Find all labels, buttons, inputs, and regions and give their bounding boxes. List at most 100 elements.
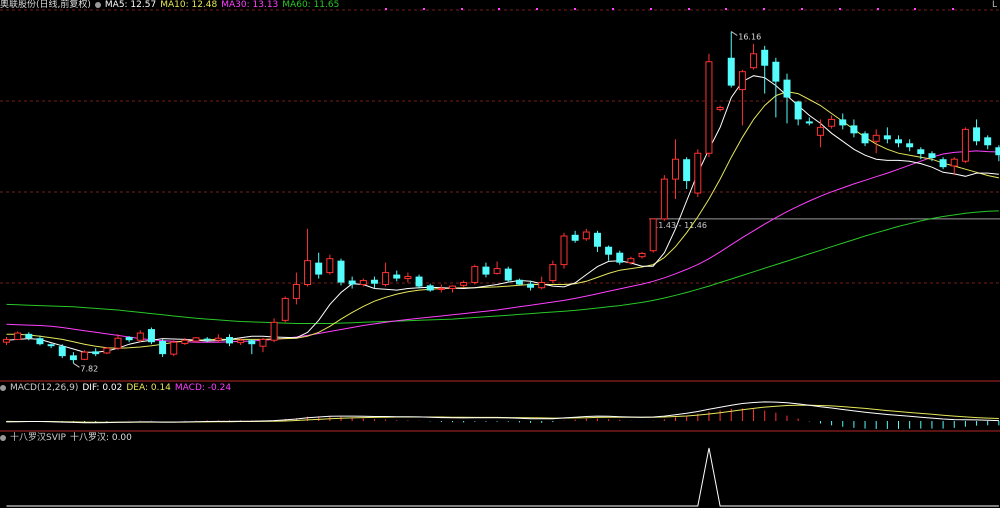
candle-body	[404, 276, 412, 280]
candle-body	[649, 218, 657, 252]
indicator-line	[6, 447, 999, 507]
top-marker-dot	[877, 8, 879, 10]
candle-body	[895, 139, 902, 144]
candle-body	[493, 268, 501, 274]
candle-body	[270, 321, 278, 341]
corner-label[interactable]: L	[992, 0, 997, 10]
candle-body	[437, 288, 445, 290]
candle-body	[159, 341, 167, 355]
top-marker-dot	[536, 8, 538, 10]
candle-body	[58, 346, 66, 357]
candle-body	[694, 152, 702, 194]
stock-name: 奥联股份(日线,前复权)	[0, 0, 91, 10]
candle-body	[906, 143, 914, 148]
candle-body	[627, 258, 635, 264]
candle-body	[170, 341, 178, 355]
candle-body	[81, 351, 89, 360]
candle-body	[928, 153, 936, 159]
macd-header: MACD(12,26,9) DIF: 0.02 DEA: 0.14 MACD: -0.…	[0, 383, 235, 394]
candle-body	[738, 71, 746, 91]
candle-body	[359, 280, 367, 286]
candle-body	[426, 285, 434, 291]
candle-body	[605, 246, 613, 255]
ma10-line	[6, 91, 1000, 349]
top-marker-dot	[612, 8, 614, 10]
candle-body	[571, 234, 579, 241]
macd-settings-dot-icon[interactable]	[0, 385, 6, 391]
top-marker-dot	[650, 8, 652, 10]
candle-body	[281, 297, 289, 321]
top-marker-dot	[725, 8, 727, 10]
candle-body	[248, 340, 256, 345]
candle-body	[125, 337, 133, 341]
candle-body	[961, 128, 969, 162]
candle-body	[36, 338, 44, 345]
candle-body	[515, 279, 523, 285]
candle-body	[92, 351, 100, 355]
candle-body	[683, 159, 691, 182]
max-marker-line	[730, 31, 738, 36]
candle-body	[504, 268, 512, 281]
top-marker-dot	[498, 8, 500, 10]
candle-body	[805, 121, 813, 124]
candle-body	[337, 260, 345, 283]
top-marker-dot	[952, 8, 954, 10]
candle-body	[750, 53, 758, 69]
indicator-settings-dot-icon[interactable]	[0, 435, 6, 441]
ma5-label: MA5: 12.57	[104, 0, 157, 10]
indicator-title: 十八罗汉SVIP	[10, 433, 66, 443]
candle-body	[415, 276, 423, 287]
candle-body	[549, 264, 557, 282]
candle-body	[984, 137, 992, 146]
candle-body	[460, 282, 468, 286]
top-marker-dot	[423, 8, 425, 10]
candle-body	[939, 159, 947, 168]
candle-body	[214, 337, 222, 341]
ma30-label: MA30: 13.13	[221, 0, 279, 10]
top-marker-dot	[574, 8, 576, 10]
top-marker-dot	[801, 8, 803, 10]
candle-body	[582, 231, 590, 240]
candle-body	[560, 235, 568, 266]
indicator-value: 十八罗汉: 0.00	[69, 433, 132, 443]
dea-line	[6, 404, 999, 423]
candle-body	[25, 333, 33, 339]
candle-body	[794, 101, 802, 120]
stock-chart-canvas[interactable]: 11.43 - 11.46 16.16 7.82	[0, 0, 1000, 508]
settings-dot-icon[interactable]	[94, 2, 101, 8]
candle-body	[772, 61, 780, 82]
candle-body	[348, 280, 356, 285]
min-marker-line	[73, 362, 80, 368]
candle-body	[304, 260, 312, 286]
candle-body	[727, 57, 735, 86]
main-chart-header: 奥联股份(日线,前复权) MA5: 12.57 MA10: 12.48 MA30: 1…	[0, 0, 343, 11]
candle-body	[839, 119, 847, 126]
candle-body	[114, 337, 122, 349]
candle-body	[147, 329, 155, 343]
candle-body	[716, 106, 724, 110]
candle-body	[315, 262, 323, 275]
candle-body	[828, 118, 836, 127]
reference-line-label: 11.43 - 11.46	[653, 221, 707, 230]
ma30-line	[6, 150, 999, 343]
macd-dea-label: DEA: 0.14	[126, 383, 171, 393]
candle-body	[883, 135, 891, 140]
candle-body	[47, 344, 55, 347]
candle-body	[226, 337, 233, 344]
ma60-line	[6, 210, 999, 324]
top-marker-dot	[385, 8, 387, 10]
indicator-header: 十八罗汉SVIP 十八罗汉: 0.00	[0, 433, 136, 444]
candle-body	[370, 279, 378, 284]
candle-body	[527, 283, 535, 288]
candle-body	[69, 355, 77, 361]
macd-title: MACD(12,26,9)	[10, 383, 79, 393]
top-marker-dot	[839, 8, 841, 10]
candle-body	[326, 258, 334, 274]
candle-body	[471, 266, 479, 284]
top-marker-dot	[914, 8, 916, 10]
candle-body	[203, 338, 211, 341]
candle-body	[616, 252, 624, 263]
candle-body	[660, 178, 668, 220]
candle-body	[136, 332, 144, 341]
candle-body	[259, 338, 267, 347]
